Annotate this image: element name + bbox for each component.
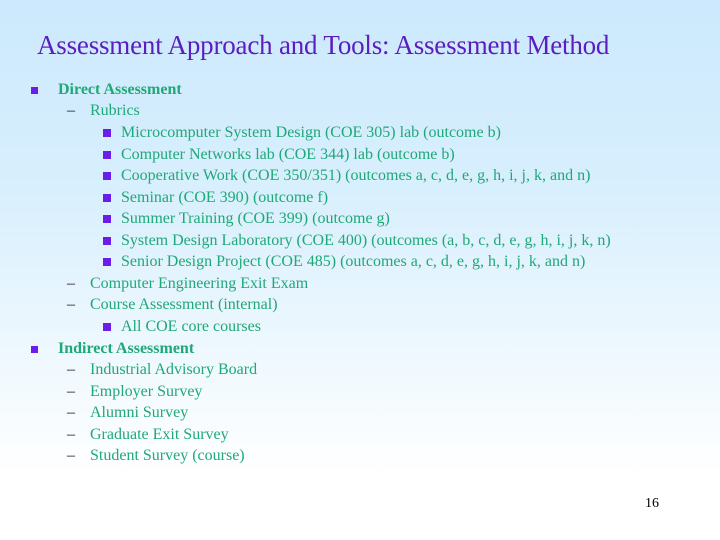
square-bullet-icon <box>103 323 111 331</box>
dash-bullet-icon: – <box>67 404 75 421</box>
course-assessment-label: Course Assessment (internal) <box>90 296 278 313</box>
dash-bullet-icon: – <box>67 102 75 119</box>
dash-bullet-icon: – <box>67 361 75 378</box>
dash-bullet-icon: – <box>67 383 75 400</box>
square-bullet-icon <box>103 151 111 159</box>
square-bullet-icon <box>31 346 38 353</box>
dash-bullet-icon: – <box>67 426 75 443</box>
dash-bullet-icon: – <box>67 296 75 313</box>
rubric-item: Microcomputer System Design (COE 305) la… <box>121 124 501 141</box>
rubric-item: Senior Design Project (COE 485) (outcome… <box>121 253 586 270</box>
rubric-item: System Design Laboratory (COE 400) (outc… <box>121 232 611 249</box>
indirect-item: Industrial Advisory Board <box>90 361 258 378</box>
exit-exam-item: Computer Engineering Exit Exam <box>90 275 309 292</box>
square-bullet-icon <box>103 194 111 202</box>
dash-bullet-icon: – <box>67 275 75 292</box>
direct-assessment-heading: Direct Assessment <box>58 81 182 98</box>
indirect-item: Student Survey (course) <box>90 447 245 464</box>
page-number: 16 <box>645 496 659 511</box>
square-bullet-icon <box>103 129 111 137</box>
square-bullet-icon <box>103 258 111 266</box>
square-bullet-icon <box>31 87 38 94</box>
indirect-item: Employer Survey <box>90 383 203 400</box>
indirect-item: Alumni Survey <box>90 404 189 421</box>
square-bullet-icon <box>103 172 111 180</box>
rubric-item: Computer Networks lab (COE 344) lab (out… <box>121 146 455 163</box>
rubric-item: Cooperative Work (COE 350/351) (outcomes… <box>121 167 591 184</box>
indirect-item: Graduate Exit Survey <box>90 426 229 443</box>
course-assessment-item: All COE core courses <box>121 318 261 335</box>
rubric-item: Seminar (COE 390) (outcome f) <box>121 189 329 206</box>
rubric-item: Summer Training (COE 399) (outcome g) <box>121 210 390 227</box>
slide-title: Assessment Approach and Tools: Assessmen… <box>37 30 610 60</box>
square-bullet-icon <box>103 237 111 245</box>
dash-bullet-icon: – <box>67 447 75 464</box>
square-bullet-icon <box>103 215 111 223</box>
rubrics-label: Rubrics <box>90 102 140 119</box>
indirect-assessment-heading: Indirect Assessment <box>58 340 195 357</box>
